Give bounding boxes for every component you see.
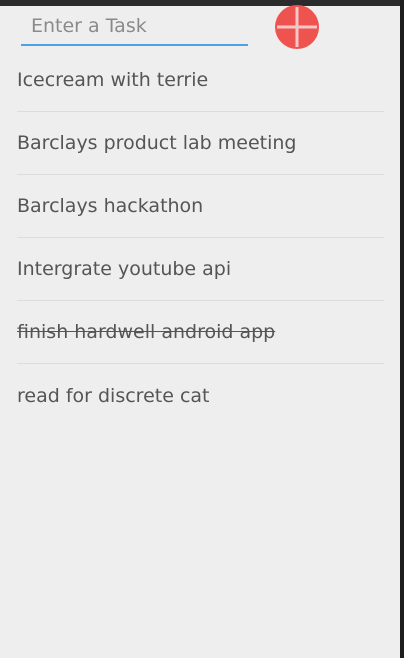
status-bar <box>0 0 404 6</box>
task-item[interactable]: Barclays hackathon <box>17 175 384 238</box>
task-label: read for discrete cat <box>17 384 210 407</box>
task-list: Icecream with terrie Barclays product la… <box>17 49 384 427</box>
task-label: Barclays product lab meeting <box>17 132 297 154</box>
task-item[interactable]: Barclays product lab meeting <box>17 112 384 175</box>
screen-edge <box>400 0 404 658</box>
task-label: Icecream with terrie <box>17 69 209 91</box>
task-item[interactable]: Icecream with terrie <box>17 49 384 112</box>
add-task-button[interactable] <box>275 5 319 49</box>
task-input[interactable] <box>21 12 248 46</box>
task-item[interactable]: finish hardwell android app <box>17 301 384 364</box>
plus-icon <box>277 7 317 47</box>
task-label: finish hardwell android app <box>17 321 276 343</box>
task-label: Intergrate youtube api <box>17 258 232 280</box>
task-item[interactable]: Intergrate youtube api <box>17 238 384 301</box>
task-label: Barclays hackathon <box>17 195 204 217</box>
task-item[interactable]: read for discrete cat <box>17 364 384 427</box>
